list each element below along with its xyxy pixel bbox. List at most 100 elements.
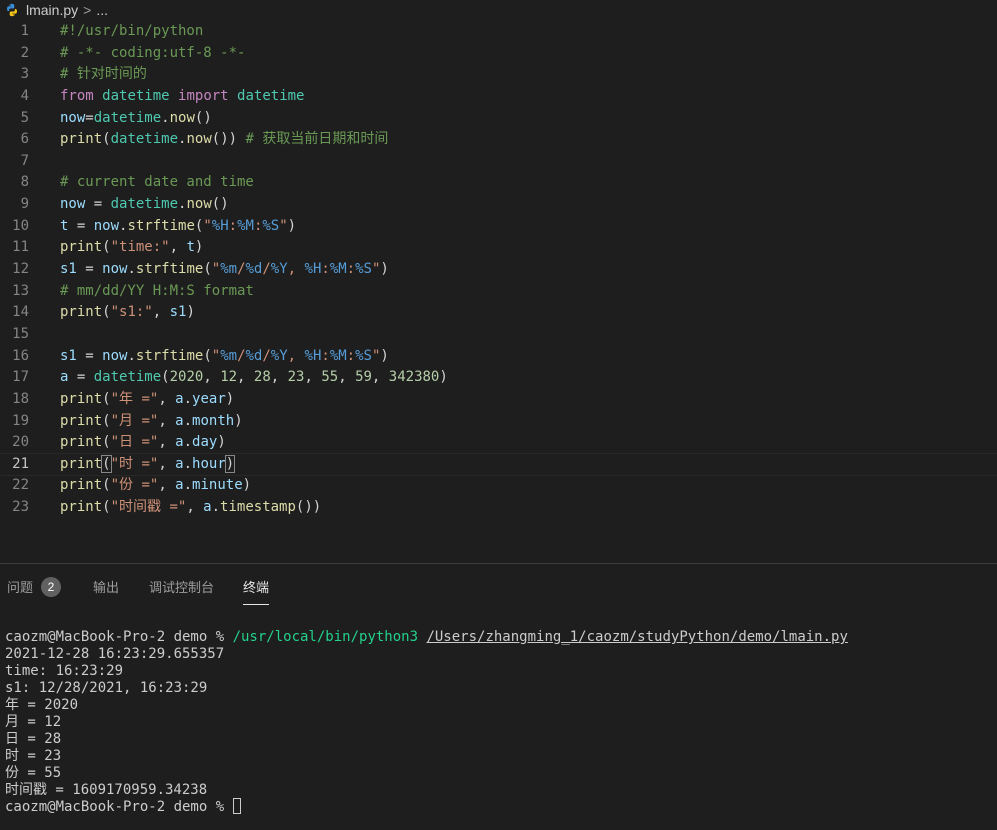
problems-count-badge: 2 — [41, 576, 62, 597]
breadcrumb-file[interactable]: lmain.py — [26, 2, 78, 18]
code-line[interactable]: 2 # -*- coding:utf-8 -*- — [0, 43, 997, 65]
code-token: . — [211, 499, 221, 516]
code-line[interactable]: 22 print("份 =", a.minute) — [0, 475, 997, 497]
terminal-output-line: 年 = 2020 — [5, 697, 79, 713]
code-text: s1 = now.strftime("%m/%d/%Y, %H:%M:%S") — [60, 346, 389, 368]
code-token: datetime — [110, 196, 179, 213]
code-token: %M — [329, 347, 347, 364]
code-line[interactable]: 8 # current date and time — [0, 172, 997, 194]
code-token: s1 — [60, 261, 77, 278]
code-line[interactable]: 1 #!/usr/bin/python — [0, 21, 997, 43]
breadcrumb-more[interactable]: ... — [96, 2, 108, 18]
breadcrumb-separator: > — [83, 2, 92, 18]
line-number: 13 — [12, 282, 29, 299]
code-token: ( — [102, 412, 111, 429]
terminal-output-line: 时间戳 = 1609170959.34238 — [5, 782, 208, 798]
code-token: , — [186, 499, 204, 516]
code-token: / — [262, 261, 271, 278]
code-token: 12 — [220, 369, 238, 386]
tab-output[interactable]: 输出 — [93, 577, 119, 604]
tab-debug-console-label: 调试控制台 — [149, 580, 215, 595]
code-line[interactable]: 20 print("日 =", a.day) — [0, 432, 997, 454]
code-token: () — [194, 109, 212, 126]
code-line[interactable]: 21 print("时 =", a.hour) — [0, 452, 997, 477]
code-token: ( — [102, 434, 111, 451]
line-number: 19 — [12, 412, 29, 429]
code-token: strftime — [135, 261, 204, 278]
code-line[interactable]: 6 print(datetime.now()) # 获取当前日期和时间 — [0, 129, 997, 151]
code-line[interactable]: 13 # mm/dd/YY H:M:S format — [0, 281, 997, 303]
code-token: = — [85, 196, 111, 213]
code-token: # 针对时间的 — [60, 66, 147, 83]
code-line[interactable]: 16 s1 = now.strftime("%m/%d/%Y, %H:%M:%S"… — [0, 346, 997, 368]
code-token: %d — [245, 261, 263, 278]
code-token: ( — [102, 477, 111, 494]
code-token: ) — [242, 477, 252, 494]
terminal-output: 2021-12-28 16:23:29.655357 time: 16:23:29… — [5, 646, 990, 799]
code-token: 59 — [355, 369, 372, 386]
line-number: 17 — [12, 369, 29, 386]
code-text: print("份 =", a.minute) — [60, 475, 251, 497]
code-line[interactable]: 10 t = now.strftime("%H:%M:%S") — [0, 216, 997, 238]
code-token: a — [203, 499, 212, 516]
code-token: # -*- coding:utf-8 -*- — [60, 44, 246, 61]
code-line[interactable]: 17 a = datetime(2020, 12, 28, 23, 55, 59,… — [0, 367, 997, 389]
code-line[interactable]: 15 — [0, 324, 997, 346]
code-line[interactable]: 11 print("time:", t) — [0, 237, 997, 259]
code-token: now — [60, 109, 86, 126]
code-line[interactable]: 14 print("s1:", s1) — [0, 302, 997, 324]
code-token: . — [183, 455, 193, 472]
code-line[interactable]: 9 now = datetime.now() — [0, 194, 997, 216]
code-token: : — [228, 217, 238, 234]
code-text: a = datetime(2020, 12, 28, 23, 55, 59, 3… — [60, 367, 448, 389]
line-number: 22 — [12, 477, 29, 494]
code-line[interactable]: 5 now=datetime.now() — [0, 108, 997, 130]
line-number: 14 — [12, 304, 29, 321]
code-token: , — [304, 369, 322, 386]
code-token: , — [270, 369, 288, 386]
code-token: / — [237, 347, 246, 364]
code-line[interactable]: 12 s1 = now.strftime("%m/%d/%Y, %H:%M:%S"… — [0, 259, 997, 281]
code-token: "s1:" — [110, 304, 153, 321]
code-text: now=datetime.now() — [60, 108, 212, 130]
line-number: 7 — [20, 152, 29, 169]
code-token: = — [68, 369, 94, 386]
code-token: "时间戳 =" — [110, 499, 187, 516]
code-token: print — [60, 477, 103, 494]
code-token: "时 =" — [110, 455, 159, 472]
code-text: print("时间戳 =", a.timestamp()) — [60, 497, 321, 519]
code-token: now — [60, 196, 86, 213]
code-line[interactable]: 3 # 针对时间的 — [0, 64, 997, 86]
code-token: ) — [234, 412, 243, 429]
code-token: print — [60, 131, 103, 148]
code-token: = — [76, 261, 103, 278]
code-line[interactable]: 19 print("月 =", a.month) — [0, 411, 997, 433]
code-editor[interactable]: 1 #!/usr/bin/python 2 # -*- coding:utf-8 -*… — [0, 21, 997, 562]
terminal[interactable]: caozm@MacBook-Pro-2 demo % /usr/local/bi… — [5, 629, 990, 816]
code-token: : — [346, 347, 356, 364]
code-token: . — [127, 261, 136, 278]
code-token: 28 — [253, 369, 271, 386]
code-token: ) — [217, 434, 226, 451]
tab-terminal[interactable]: 终端 — [243, 577, 270, 605]
code-token: , — [169, 239, 187, 256]
code-token: ( — [101, 454, 112, 473]
code-token: ) — [194, 239, 204, 256]
code-token: ) — [439, 369, 448, 386]
code-token: " — [211, 347, 221, 364]
code-text: s1 = now.strftime("%m/%d/%Y, %H:%M:%S") — [60, 259, 389, 281]
code-token: now — [93, 217, 120, 234]
code-line[interactable]: 7 — [0, 151, 997, 173]
tab-problems[interactable]: 问题 2 — [7, 576, 62, 604]
tab-debug-console[interactable]: 调试控制台 — [149, 577, 214, 604]
code-token: ()) — [211, 131, 246, 148]
code-token: datetime — [102, 87, 170, 104]
code-line[interactable]: 4 from datetime import datetime — [0, 86, 997, 108]
code-token: print — [60, 239, 103, 256]
terminal-script-path-link[interactable]: /Users/zhangming_1/caozm/studyPython/dem… — [426, 629, 847, 645]
code-line[interactable]: 23 print("时间戳 =", a.timestamp()) — [0, 497, 997, 519]
code-token: : — [346, 261, 356, 278]
code-line[interactable]: 18 print("年 =", a.year) — [0, 389, 997, 411]
line-number: 20 — [12, 434, 29, 451]
code-token: "年 =" — [110, 390, 159, 407]
